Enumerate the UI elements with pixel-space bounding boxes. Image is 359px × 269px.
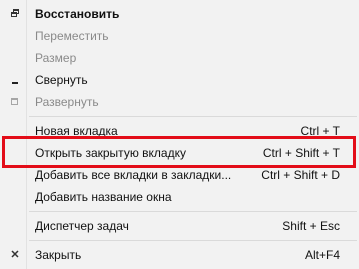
maximize-icon — [9, 91, 21, 113]
menu-item-task-manager-shortcut: Shift + Esc — [282, 219, 340, 233]
menu-separator — [29, 240, 357, 241]
highlight-box — [2, 136, 356, 168]
menu-item-move-label: Переместить — [35, 29, 109, 43]
close-icon: ✕ — [10, 249, 20, 261]
menu-item-move[interactable]: Переместить — [0, 25, 359, 47]
menu-item-task-manager[interactable]: Диспетчер задач Shift + Esc — [0, 215, 359, 237]
menu-item-task-manager-label: Диспетчер задач — [35, 219, 129, 233]
menu-item-minimize[interactable]: Свернуть — [0, 69, 359, 91]
menu-item-maximize[interactable]: Развернуть — [0, 91, 359, 113]
menu-item-close[interactable]: ✕ Закрыть Alt+F4 — [0, 244, 359, 266]
menu-item-size-label: Размер — [35, 51, 77, 65]
menu-item-minimize-label: Свернуть — [35, 73, 88, 87]
menu-item-maximize-label: Развернуть — [35, 95, 99, 109]
restore-icon — [9, 3, 21, 25]
menu-item-restore-label: Восстановить — [35, 7, 120, 21]
menu-separator — [29, 211, 357, 212]
menu-item-close-label: Закрыть — [35, 248, 82, 262]
menu-item-close-shortcut: Alt+F4 — [304, 248, 340, 262]
menu-item-name-window-label: Добавить название окна — [35, 190, 172, 204]
minimize-icon — [9, 69, 21, 91]
menu-item-size[interactable]: Размер — [0, 47, 359, 69]
menu-item-name-window[interactable]: Добавить название окна — [0, 186, 359, 208]
window-context-menu: Восстановить Переместить Размер Свернуть… — [0, 0, 359, 269]
menu-item-restore[interactable]: Восстановить — [0, 3, 359, 25]
menu-separator — [29, 116, 357, 117]
